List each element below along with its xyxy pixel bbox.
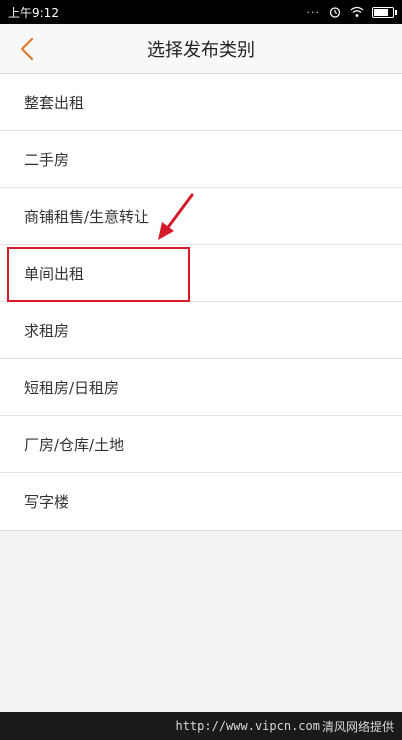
list-item-label: 二手房	[24, 150, 70, 169]
alarm-icon	[329, 7, 341, 18]
list-item-label: 写字楼	[24, 493, 70, 511]
category-item-short-term-rental[interactable]: 短租房/日租房	[0, 359, 402, 416]
page-title: 选择发布类别	[147, 39, 255, 61]
list-item-label: 单间出租	[24, 264, 85, 283]
list-item-label: 整套出租	[24, 93, 85, 112]
list-item-label: 求租房	[24, 321, 70, 340]
bottom-strip	[0, 712, 402, 740]
category-item-second-hand-house[interactable]: 二手房	[0, 131, 402, 188]
list-item-label: 厂房/仓库/土地	[24, 435, 125, 454]
header: 选择发布类别	[0, 24, 402, 74]
category-list: 整套出租 二手房 商铺租售/生意转让 单间出租 求租房 短租房/日租房 厂房/仓…	[0, 74, 402, 531]
list-item-label: 商铺租售/生意转让	[24, 207, 150, 226]
notification-dots-icon: ···	[306, 5, 320, 19]
category-item-factory-warehouse-land[interactable]: 厂房/仓库/土地	[0, 416, 402, 473]
chevron-left-icon	[20, 37, 34, 61]
category-item-shop-lease-transfer[interactable]: 商铺租售/生意转让	[0, 188, 402, 245]
wifi-icon	[350, 6, 364, 17]
status-icons: ···	[306, 5, 397, 19]
status-bar: 上午9:12 ···	[0, 0, 402, 24]
battery-icon	[372, 6, 397, 18]
category-item-seeking-rental[interactable]: 求租房	[0, 302, 402, 359]
status-time: 上午9:12	[8, 5, 59, 20]
category-item-single-room-rental[interactable]: 单间出租	[0, 245, 402, 302]
list-item-label: 短租房/日租房	[24, 378, 120, 397]
back-button[interactable]	[12, 34, 42, 64]
category-item-whole-rental[interactable]: 整套出租	[0, 74, 402, 131]
category-item-office-building[interactable]: 写字楼	[0, 473, 402, 530]
